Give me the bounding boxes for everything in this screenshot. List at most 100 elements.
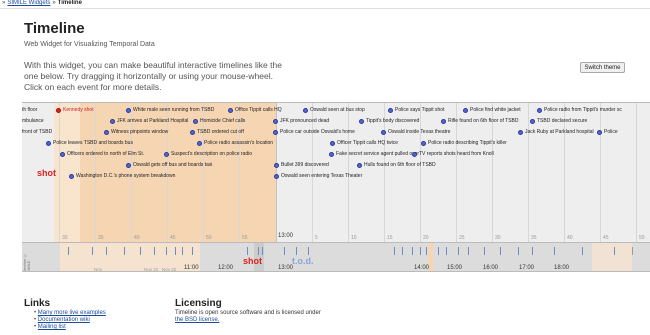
timeline-widget[interactable]: th floor Kennedy shot White male seen ru… (22, 102, 650, 272)
timeline-event[interactable]: Oswald gets off bus and boards taxi (126, 161, 212, 169)
event-label: Police (604, 129, 618, 135)
tick-label: 50 (206, 235, 212, 241)
timeline-event[interactable]: Fake secret service agent pulled over (329, 150, 419, 158)
event-marker-icon (46, 140, 51, 146)
timeline-event[interactable]: Oswald inside Texas theatre (381, 128, 450, 136)
timeline-event[interactable]: Rifle found on 6th floor of TSBD (441, 117, 519, 125)
event-label: Bullet 399 discovered (281, 162, 329, 168)
event-marker-icon (193, 118, 198, 124)
event-label: Oswald gets off bus and boards taxi (133, 162, 213, 168)
overview-tick (426, 247, 427, 255)
grid-line (420, 103, 421, 242)
bsd-license-link[interactable]: the BSD license. (175, 317, 219, 323)
tick-label: 5 (315, 235, 318, 241)
event-label: Washington D.C.'s phone system breakdown (76, 173, 176, 179)
overview-tick (518, 247, 519, 255)
timeline-event[interactable]: Homicide Chief calls (193, 117, 245, 125)
timeline-event[interactable]: Jack Ruby at Parkland hospital (518, 128, 594, 136)
event-marker-icon (104, 129, 109, 135)
overview-tick (296, 247, 297, 255)
timeline-event[interactable]: Officers ordered to north of Elm St. (60, 150, 144, 158)
event-label: White male seen running from TSBD (133, 107, 215, 113)
timeline-event[interactable]: front of TSBD (22, 128, 52, 136)
timeline-event[interactable]: Kennedy shot (56, 106, 94, 114)
timeline-event[interactable]: JFK arrives at Parkland Hospital (110, 117, 188, 125)
event-marker-icon (274, 162, 279, 168)
overview-tick (140, 247, 141, 255)
breadcrumb-current: Timeline (57, 0, 82, 6)
overview-tick (308, 247, 309, 255)
overview-tick (394, 247, 395, 255)
tick-label: 40 (567, 235, 573, 241)
timeline-event[interactable]: Oswald seen entering Texas Theater (274, 172, 362, 180)
timeline-event[interactable]: Police radio describing Tippit's killer (421, 139, 507, 147)
timeline-event[interactable]: Hulls found on 6th floor of TSBD (357, 161, 436, 169)
tick-label: 30 (495, 235, 501, 241)
overview-event-ticks (22, 247, 650, 257)
event-label: JFK pronounced dead (280, 118, 330, 124)
timeline-event[interactable]: Suspect's description on police radio (164, 150, 252, 158)
overview-tick (166, 247, 167, 255)
event-label: Homicide Chief calls (200, 118, 246, 124)
timeline-event[interactable]: Police find white jacket (463, 106, 521, 114)
timeline-event[interactable]: TSBD declared secure (530, 117, 587, 125)
timeline-event[interactable]: Office Tippit calls HQ (228, 106, 282, 114)
event-label: Police radio describing Tippit's killer (428, 140, 507, 146)
link-more-examples[interactable]: Many more live examples (38, 310, 106, 316)
event-marker-icon (56, 107, 61, 113)
event-marker-icon (537, 107, 542, 113)
event-marker-icon (463, 107, 468, 113)
link-mailing-list[interactable]: Mailing list (38, 324, 66, 330)
timeline-event[interactable]: mbulance (22, 117, 44, 125)
switch-theme-button[interactable]: Switch theme (580, 62, 625, 73)
event-label: front of TSBD (22, 129, 53, 135)
timeline-event[interactable]: JFK pronounced dead (273, 117, 329, 125)
links-list-item: Documentation wiki (34, 317, 106, 324)
overview-tick (632, 247, 633, 255)
event-marker-icon (357, 162, 362, 168)
timeline-event[interactable]: White male seen running from TSBD (126, 106, 214, 114)
timeline-event[interactable]: Oswald seen at bus stop (303, 106, 365, 114)
event-marker-icon (359, 118, 364, 124)
link-documentation-wiki[interactable]: Documentation wiki (38, 317, 90, 323)
event-marker-icon (329, 151, 334, 157)
breadcrumb-link-simile-widgets[interactable]: SIMILE Widgets (7, 0, 50, 8)
grid-line (636, 103, 637, 242)
event-marker-icon (60, 151, 65, 157)
event-marker-icon (381, 129, 386, 135)
timeline-overview-band[interactable]: Timeline © SIMILE Nov Nov 22 Nov 22 11:0… (22, 242, 650, 271)
timeline-event[interactable]: th floor (22, 106, 37, 114)
timeline-event[interactable]: TV reports shots heard from Knoll (412, 150, 494, 158)
links-list: Many more live examples Documentation wi… (34, 310, 106, 331)
timeline-event[interactable]: Tippit's body discovered (359, 117, 419, 125)
timeline-event[interactable]: Police leaves TSBD and boards bus (46, 139, 133, 147)
timeline-event[interactable]: Bullet 399 discovered (274, 161, 329, 169)
event-label: Police radio assassin's location (204, 140, 274, 146)
tick-label: 25 (459, 235, 465, 241)
links-list-item: Many more live examples (34, 310, 106, 317)
timeline-event[interactable]: Police (597, 128, 618, 136)
timeline-event[interactable]: Police car outside Oswald's home (273, 128, 355, 136)
event-label: Fake secret service agent pulled over (336, 151, 420, 157)
timeline-event[interactable]: Police says Tippit shot (388, 106, 444, 114)
overview-tick (192, 247, 193, 255)
event-label: TSBD declared secure (537, 118, 588, 124)
timeline-event[interactable]: Washington D.C.'s phone system breakdown (69, 172, 175, 180)
tick-label: 40 (134, 235, 140, 241)
timeline-event[interactable]: Police radio from Tippit's murder sc (537, 106, 622, 114)
timeline-event[interactable]: TSBD ordered cut off (190, 128, 244, 136)
event-label: Tippit's body discovered (366, 118, 420, 124)
timeline-upper-band[interactable]: th floor Kennedy shot White male seen ru… (22, 103, 650, 242)
overview-hour-label: 11:00 (184, 265, 199, 271)
event-label: Office Tippit calls HQ (235, 107, 282, 113)
event-label: Police says Tippit shot (395, 107, 445, 113)
event-label: Hulls found on 6th floor of TSBD (364, 162, 436, 168)
timeline-event[interactable]: Witness pinpoints window (104, 128, 168, 136)
timeline-event[interactable]: Police radio assassin's location (197, 139, 273, 147)
overview-tick (402, 247, 403, 255)
overview-tod-label: t.o.d. (292, 256, 314, 266)
timeline-event[interactable]: Officer Tippit calls HQ twice (330, 139, 398, 147)
event-label: Jack Ruby at Parkland hospital (525, 129, 594, 135)
event-label: Rifle found on 6th floor of TSBD (448, 118, 519, 124)
overview-hour-label: 18:00 (554, 265, 570, 271)
